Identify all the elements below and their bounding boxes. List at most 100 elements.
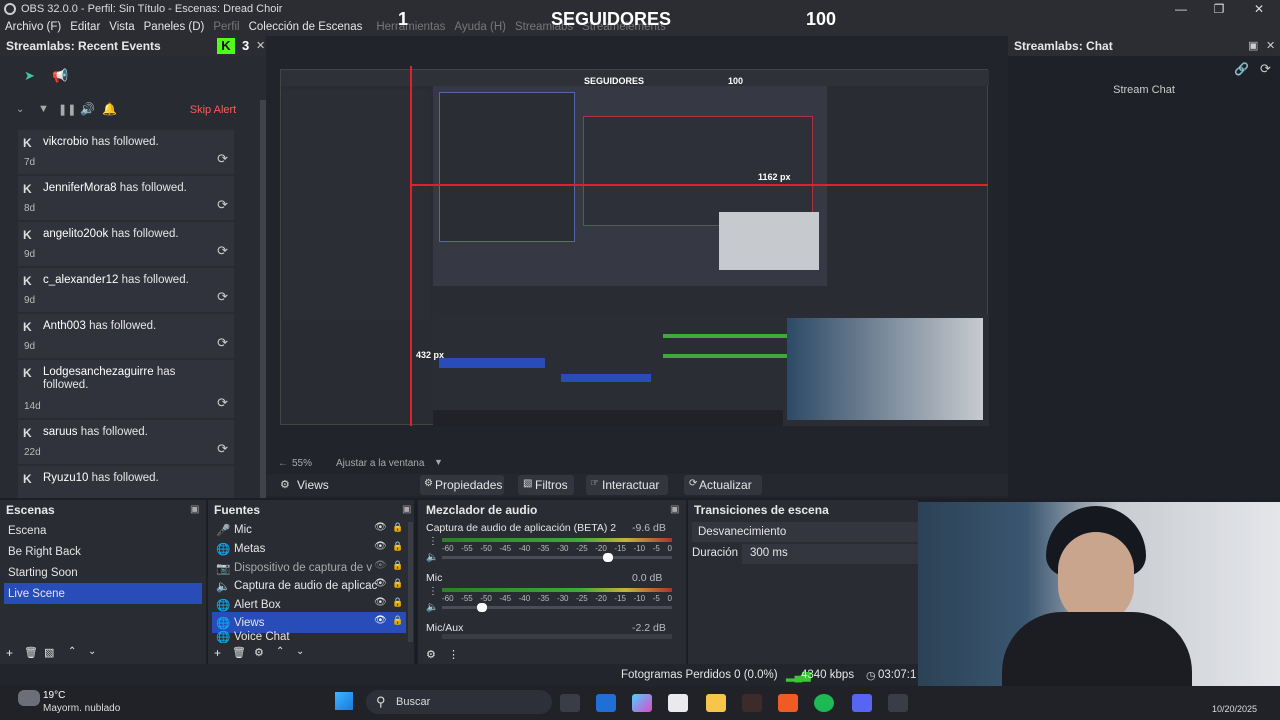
lock-icon[interactable]: 🔒 — [392, 541, 403, 552]
pause-icon[interactable]: ❚❚ — [58, 103, 76, 116]
chevron-down-icon[interactable]: ⌄ — [16, 104, 24, 115]
repeat-icon[interactable]: ⟳ — [217, 441, 228, 457]
down-arrow-icon[interactable]: ⌄ — [296, 646, 304, 657]
measure-width: 1162 px — [758, 172, 791, 182]
mic-icon: 🎤 — [216, 524, 231, 537]
speaker-icon[interactable]: 🔈 — [426, 552, 438, 563]
speaker-icon[interactable]: 🔈 — [426, 602, 438, 613]
zoom-level[interactable]: 55% — [292, 458, 312, 469]
minimize-icon[interactable]: — — [1162, 0, 1200, 18]
eye-icon[interactable]: 👁 — [374, 597, 387, 608]
menu-ayuda[interactable]: Ayuda (H) — [454, 21, 506, 33]
more-icon[interactable]: ⋮ — [448, 648, 459, 661]
weather-desc: Mayorm. nublado — [43, 703, 121, 714]
app-icon[interactable] — [596, 694, 616, 712]
add-icon[interactable]: + — [214, 646, 221, 660]
undock-icon[interactable]: ▣ — [1248, 39, 1258, 52]
repeat-icon[interactable]: ⟳ — [217, 335, 228, 351]
source-label: Alert Box — [234, 598, 281, 611]
more-icon[interactable]: ⋮ — [428, 586, 438, 597]
app-icon[interactable] — [888, 694, 908, 712]
zoom-left-arrow[interactable]: ← — [278, 458, 288, 469]
maximize-icon[interactable]: ❐ — [1200, 0, 1238, 18]
windows-start-icon[interactable] — [335, 692, 353, 710]
bell-icon[interactable]: 🔔 — [102, 102, 117, 116]
scene-item-selected[interactable]: Live Scene — [4, 583, 202, 604]
store-icon[interactable] — [668, 694, 688, 712]
eye-icon[interactable]: 👁 — [374, 578, 387, 589]
scene-item[interactable]: Be Right Back — [4, 541, 202, 562]
menu-archivo[interactable]: Archivo (F) — [5, 21, 61, 33]
taskbar-search[interactable] — [366, 690, 552, 714]
gear-icon[interactable]: ⚙ — [254, 646, 264, 659]
close-icon[interactable]: ✕ — [1240, 0, 1278, 18]
undock-icon[interactable]: ▣ — [670, 504, 679, 515]
trash-icon[interactable]: 🗑 — [24, 646, 38, 659]
menu-coleccion[interactable]: Colección de Escenas — [249, 21, 363, 33]
lock-icon[interactable]: 🔒 — [392, 578, 403, 589]
scale-label: -30 — [556, 594, 569, 603]
copilot-icon[interactable] — [632, 694, 652, 712]
filter-icon[interactable]: ▼ — [38, 103, 49, 115]
eye-icon[interactable]: 👁 — [374, 541, 387, 552]
weather-icon[interactable] — [18, 690, 40, 706]
skip-alert-button[interactable]: Skip Alert — [184, 101, 242, 119]
down-arrow-icon[interactable]: ⌄ — [88, 646, 96, 657]
menu-paneles[interactable]: Paneles (D) — [144, 21, 205, 33]
source-name: Views — [297, 478, 329, 492]
brave-icon[interactable] — [778, 694, 798, 712]
scene-item[interactable]: Starting Soon — [4, 562, 202, 583]
gear-icon[interactable]: ⚙ — [426, 648, 436, 661]
repeat-icon[interactable]: ⟳ — [217, 243, 228, 259]
folder-icon[interactable] — [706, 694, 726, 712]
menu-vista[interactable]: Vista — [109, 21, 134, 33]
refresh-icon[interactable]: ⟳ — [1260, 61, 1271, 77]
task-view-icon[interactable] — [560, 694, 580, 712]
gear-icon[interactable]: ⚙ — [280, 478, 290, 491]
lock-icon[interactable]: 🔒 — [392, 597, 403, 608]
eye-icon[interactable]: 👁 — [374, 615, 387, 626]
up-arrow-icon[interactable]: ⌃ — [276, 646, 284, 657]
fit-window-select[interactable]: Ajustar a la ventana — [336, 458, 424, 469]
kick-count: 3 — [242, 38, 250, 53]
megaphone-icon[interactable]: 📢 — [52, 68, 68, 84]
more-icon[interactable]: ⋮ — [428, 536, 438, 547]
discord-icon[interactable] — [852, 694, 872, 712]
link-icon[interactable]: 🔗 — [1234, 62, 1249, 76]
add-icon[interactable]: + — [6, 646, 13, 660]
close-icon[interactable]: ✕ — [1266, 39, 1275, 52]
repeat-icon[interactable]: ⟳ — [217, 197, 228, 213]
scrollbar[interactable] — [408, 522, 413, 642]
lock-icon[interactable]: 🔒 — [392, 615, 403, 626]
filter-icon[interactable]: ▧ — [44, 646, 54, 659]
kick-icon: K — [23, 320, 32, 334]
trash-icon[interactable]: 🗑 — [232, 646, 246, 659]
app-icon[interactable] — [742, 694, 762, 712]
source-item[interactable]: 🌐 Voice Chat — [212, 631, 406, 643]
spotify-icon[interactable] — [814, 694, 834, 712]
volume-slider-handle[interactable] — [477, 603, 487, 612]
repeat-icon[interactable]: ⟳ — [217, 395, 228, 411]
scene-item[interactable]: Escena — [4, 520, 202, 541]
chevron-down-icon[interactable]: ▼ — [434, 457, 443, 467]
up-arrow-icon[interactable]: ⌃ — [68, 646, 76, 657]
repeat-icon[interactable]: ⟳ — [217, 289, 228, 305]
eye-icon[interactable]: 👁 — [374, 522, 387, 533]
level-meter — [442, 588, 672, 592]
lock-icon[interactable]: 🔒 — [392, 560, 403, 571]
menu-perfil[interactable]: Perfil — [213, 21, 239, 33]
eye-slash-icon[interactable]: 👁 — [374, 560, 387, 571]
volume-slider-handle[interactable] — [603, 553, 613, 562]
send-icon[interactable]: ➤ — [24, 68, 35, 84]
volume-slider[interactable] — [442, 556, 672, 559]
event-action: has followed. — [111, 228, 179, 240]
menu-herramientas[interactable]: Herramientas — [376, 21, 445, 33]
menu-editar[interactable]: Editar — [70, 21, 100, 33]
repeat-icon[interactable]: ⟳ — [217, 151, 228, 167]
dock-close-icon[interactable]: ✕ — [256, 39, 265, 52]
preview-canvas[interactable]: 1162 px 432 px SEGUIDORES 100 ← 55% Ajus… — [266, 36, 1008, 498]
volume-icon[interactable]: 🔊 — [80, 102, 95, 116]
lock-icon[interactable]: 🔒 — [392, 522, 403, 533]
undock-icon[interactable]: ▣ — [190, 504, 199, 515]
undock-icon[interactable]: ▣ — [402, 504, 411, 515]
